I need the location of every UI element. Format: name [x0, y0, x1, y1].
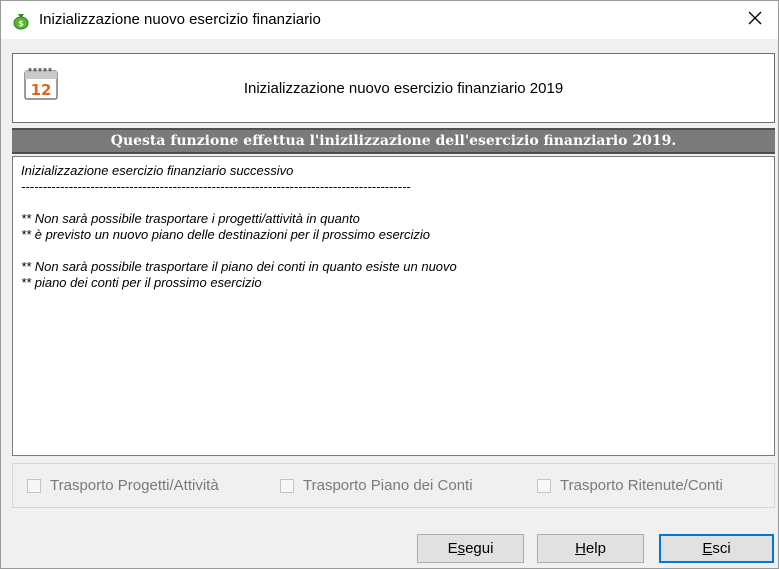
close-icon — [747, 10, 763, 31]
option-trasporto-piano-conti[interactable]: Trasporto Piano dei Conti — [280, 477, 473, 494]
option-trasporto-ritenute[interactable]: Trasporto Ritenute/Conti — [537, 477, 723, 494]
options-group: Trasporto Progetti/Attività Trasporto Pi… — [12, 463, 775, 508]
window-title: Inizializzazione nuovo esercizio finanzi… — [39, 11, 321, 28]
log-line: ** piano dei conti per il prossimo eserc… — [21, 275, 262, 290]
checkbox-trasporto-piano-conti[interactable] — [280, 478, 294, 493]
info-banner: Questa funzione effettua l'inizilizzazio… — [12, 128, 775, 154]
header-title: Inizializzazione nuovo esercizio finanzi… — [243, 79, 564, 97]
svg-text:$: $ — [18, 19, 24, 28]
log-line: ** Non sarà possibile trasportare i prog… — [21, 211, 360, 226]
checkbox-trasporto-ritenute[interactable] — [537, 478, 551, 493]
close-button[interactable] — [732, 1, 778, 39]
option-label: Trasporto Progetti/Attività — [50, 477, 219, 494]
checkbox-trasporto-progetti[interactable] — [27, 478, 41, 493]
dialog-window: $ Inizializzazione nuovo esercizio finan… — [0, 0, 779, 569]
log-line: ** è previsto un nuovo piano delle desti… — [21, 227, 431, 242]
help-label: Help — [575, 540, 606, 557]
esegui-label: Esegui — [447, 540, 494, 557]
header-panel: 12 Inizializzazione nuovo esercizio fina… — [12, 53, 775, 123]
log-line: ----------------------------------------… — [21, 179, 411, 194]
log-textarea[interactable]: Inizializzazione esercizio finanziario s… — [12, 156, 775, 456]
esci-label: Esci — [702, 540, 731, 557]
title-bar[interactable]: $ Inizializzazione nuovo esercizio finan… — [1, 1, 778, 39]
option-label: Trasporto Ritenute/Conti — [560, 477, 723, 494]
esci-button[interactable]: Esci — [659, 534, 774, 563]
log-line: Inizializzazione esercizio finanziario s… — [21, 163, 294, 178]
option-label: Trasporto Piano dei Conti — [303, 477, 473, 494]
esegui-button[interactable]: Esegui — [417, 534, 524, 563]
money-bag-icon: $ — [12, 12, 30, 30]
help-button[interactable]: Help — [537, 534, 644, 563]
option-trasporto-progetti[interactable]: Trasporto Progetti/Attività — [27, 477, 219, 494]
log-line: ** Non sarà possibile trasportare il pia… — [21, 259, 457, 274]
